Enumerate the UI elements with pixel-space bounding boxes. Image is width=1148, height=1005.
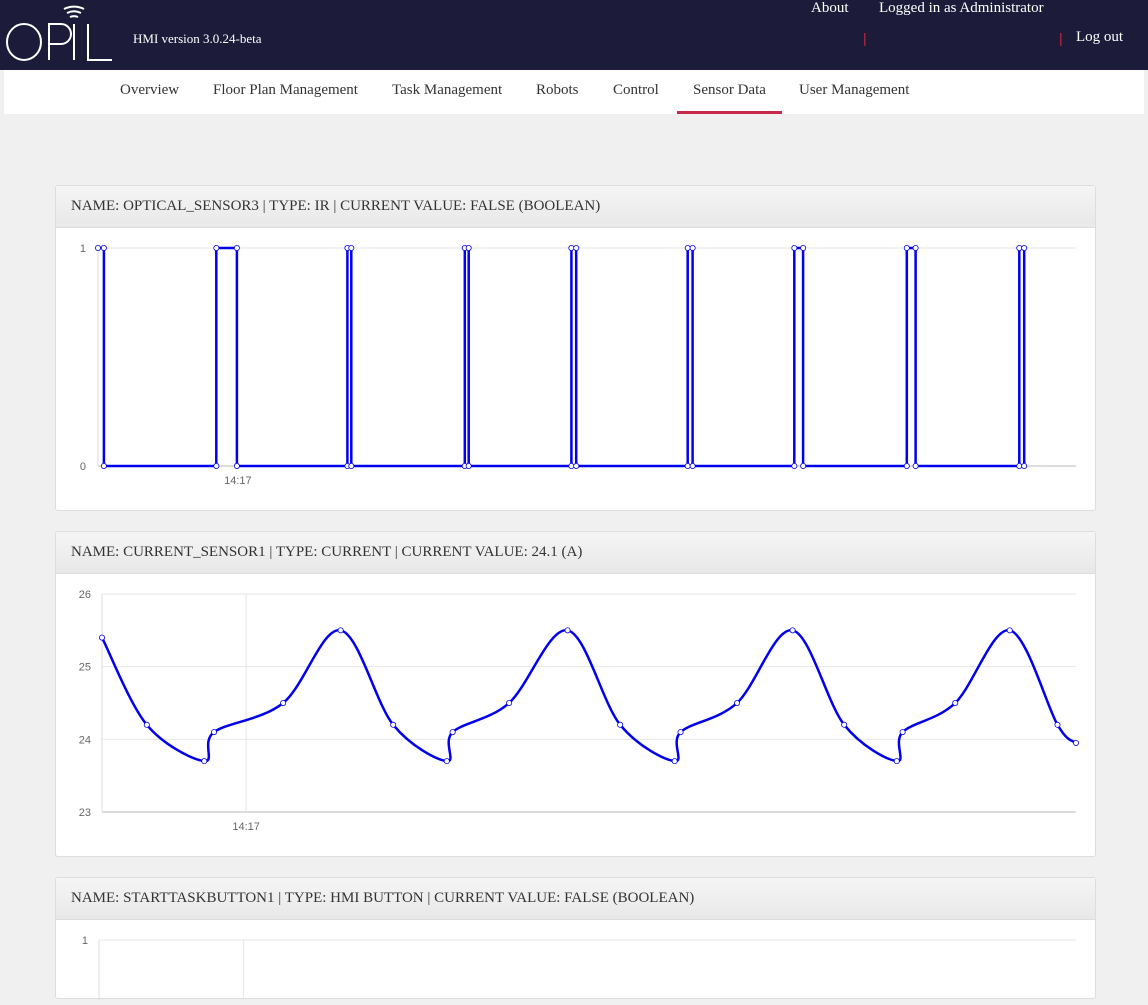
data-point [337, 627, 344, 634]
tab-sensor-data[interactable]: Sensor Data [693, 82, 766, 99]
data-point [390, 721, 397, 728]
data-point [95, 244, 102, 251]
data-point [899, 729, 906, 736]
sensor-panel-optical: NAME: OPTICAL_SENSOR3 | TYPE: IR | CURRE… [55, 185, 1096, 511]
data-point [348, 462, 355, 469]
data-point [952, 700, 959, 707]
data-point [734, 700, 741, 707]
data-point [143, 721, 150, 728]
data-point [841, 721, 848, 728]
data-point [791, 244, 798, 251]
data-point [506, 700, 513, 707]
panel-title: NAME: STARTTASKBUTTON1 | TYPE: HMI BUTTO… [56, 878, 1095, 920]
data-point [100, 462, 107, 469]
data-point [348, 244, 355, 251]
sensor-panel-button: NAME: STARTTASKBUTTON1 | TYPE: HMI BUTTO… [55, 877, 1096, 1005]
data-point [689, 462, 696, 469]
data-point [100, 244, 107, 251]
data-point [1054, 721, 1061, 728]
start-task-button-chart[interactable]: 1 [56, 920, 1095, 1005]
logged-in-link[interactable]: Logged in as Administrator [879, 0, 1044, 17]
x-tick-label: 14:17 [232, 821, 260, 833]
data-point [617, 721, 624, 728]
data-point [1016, 462, 1023, 469]
y-tick-label: 23 [79, 807, 91, 819]
data-point [789, 627, 796, 634]
tab-floor-plan-management[interactable]: Floor Plan Management [213, 82, 358, 99]
data-point [99, 634, 106, 641]
data-point [443, 758, 450, 765]
series-line [100, 629, 1077, 763]
current-sensor-chart[interactable]: 23 24 25 26 14:17 [56, 574, 1095, 856]
series-line [98, 246, 1026, 468]
data-point [1006, 627, 1013, 634]
y-tick-label: 1 [82, 935, 88, 947]
y-tick-label: 24 [79, 734, 91, 746]
tab-robots[interactable]: Robots [536, 82, 579, 99]
data-point [689, 244, 696, 251]
nav-separator: | [863, 30, 867, 46]
y-tick-label: 25 [79, 662, 91, 674]
top-bar: HMI version 3.0.24-beta About | Logged i… [0, 0, 1148, 70]
logout-link[interactable]: Log out [1076, 29, 1123, 46]
data-point [671, 758, 678, 765]
data-point [201, 758, 208, 765]
data-point [903, 244, 910, 251]
x-tick-label: 14:17 [224, 475, 252, 487]
data-point [1021, 244, 1028, 251]
data-point [568, 244, 575, 251]
data-point [213, 244, 220, 251]
data-point [800, 462, 807, 469]
tab-overview[interactable]: Overview [120, 82, 179, 99]
data-point [1021, 462, 1028, 469]
panel-title: NAME: CURRENT_SENSOR1 | TYPE: CURRENT | … [56, 532, 1095, 574]
data-point [211, 729, 218, 736]
active-tab-indicator [677, 111, 782, 114]
data-point [912, 244, 919, 251]
data-point [233, 462, 240, 469]
data-point [912, 462, 919, 469]
data-point [903, 462, 910, 469]
opil-logo[interactable] [4, 4, 116, 64]
data-point [684, 244, 691, 251]
panel-title: NAME: OPTICAL_SENSOR3 | TYPE: IR | CURRE… [56, 186, 1095, 228]
data-point [1016, 244, 1023, 251]
sensor-panel-current: NAME: CURRENT_SENSOR1 | TYPE: CURRENT | … [55, 531, 1096, 857]
data-point [465, 244, 472, 251]
y-tick-label: 1 [80, 243, 86, 255]
data-point [1073, 739, 1080, 746]
data-point [280, 700, 287, 707]
data-point [677, 729, 684, 736]
data-point [893, 758, 900, 765]
data-point [465, 462, 472, 469]
data-point [800, 244, 807, 251]
y-tick-label: 26 [79, 589, 91, 601]
main-nav: Overview Floor Plan Management Task Mana… [4, 70, 1144, 114]
tab-task-management[interactable]: Task Management [392, 82, 502, 99]
data-point [573, 244, 580, 251]
tab-control[interactable]: Control [613, 82, 659, 99]
data-point [449, 729, 456, 736]
hmi-version: HMI version 3.0.24-beta [133, 31, 262, 46]
y-tick-label: 0 [80, 461, 86, 473]
data-point [213, 462, 220, 469]
data-point [573, 462, 580, 469]
data-point [233, 244, 240, 251]
data-point [791, 462, 798, 469]
data-point [568, 462, 575, 469]
about-link[interactable]: About [811, 0, 849, 17]
data-point [684, 462, 691, 469]
data-point [564, 627, 571, 634]
nav-separator: | [1059, 30, 1063, 46]
optical-sensor-chart[interactable]: 0 1 14:17 [56, 228, 1095, 510]
tab-user-management[interactable]: User Management [799, 82, 909, 99]
